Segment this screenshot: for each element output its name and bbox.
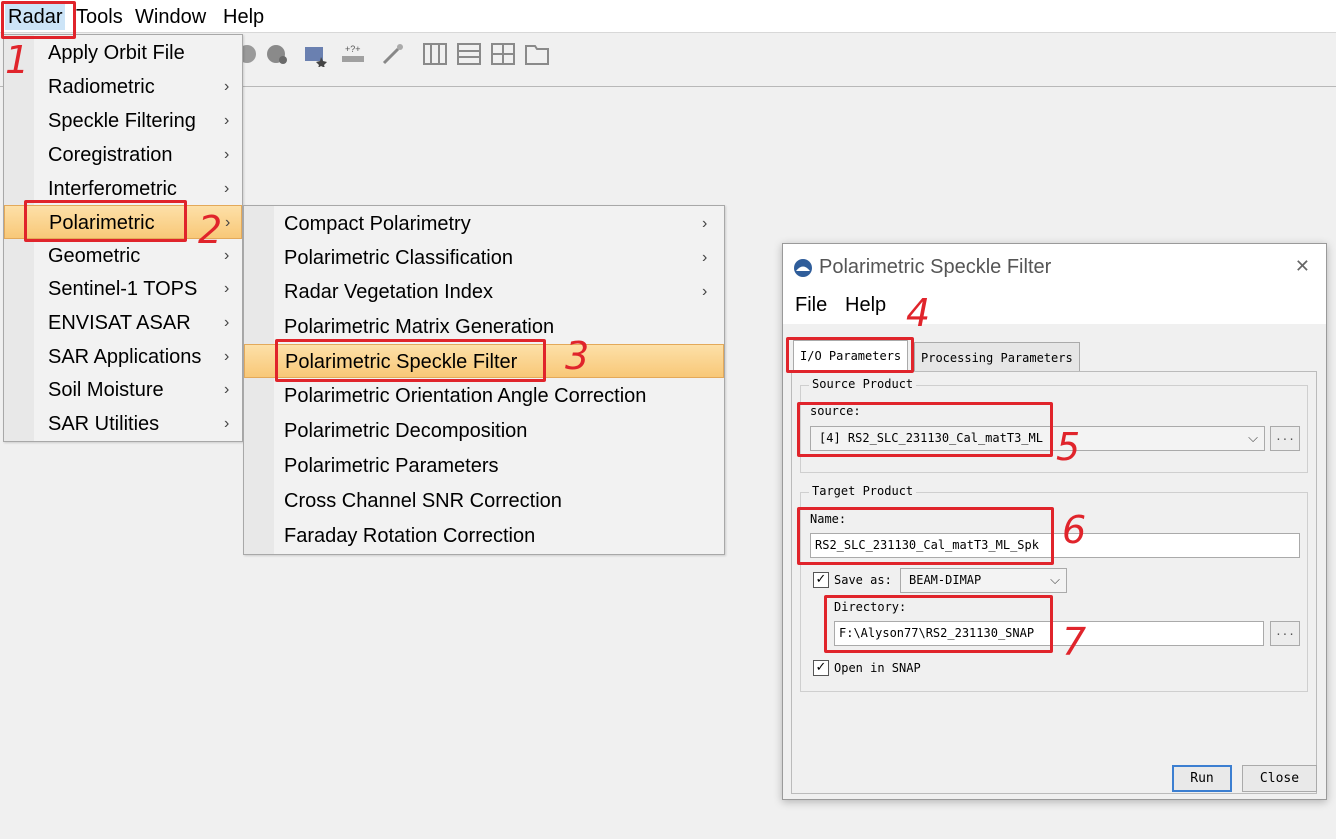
- menubar-tools[interactable]: Tools: [73, 4, 126, 30]
- annotation-box-1: [1, 1, 76, 39]
- chevron-down-icon: ⌵: [1248, 431, 1258, 446]
- annotation-number-1: 1: [5, 38, 30, 82]
- directory-browse-button[interactable]: ...: [1270, 621, 1300, 646]
- annotation-number-6: 6: [1062, 508, 1087, 552]
- chevron-right-icon: ›: [225, 214, 231, 231]
- menu-item-polarimetric-classification[interactable]: Polarimetric Classification ›: [244, 241, 724, 275]
- menu-item-polarimetric-orientation-angle-correction[interactable]: Polarimetric Orientation Angle Correctio…: [244, 379, 724, 413]
- menu-item-apply-orbit-file[interactable]: Apply Orbit File: [4, 36, 242, 70]
- annotation-number-7: 7: [1062, 620, 1087, 664]
- dialog-title-bar[interactable]: Polarimetric Speckle Filter ✕: [783, 244, 1326, 292]
- annotation-box-6: [797, 507, 1054, 565]
- main-menubar: Radar Tools Window Help: [0, 0, 1336, 33]
- menu-item-radar-vegetation-index[interactable]: Radar Vegetation Index ›: [244, 275, 724, 309]
- tile-horizontal-icon[interactable]: [456, 41, 482, 67]
- menubar-help[interactable]: Help: [220, 4, 267, 30]
- chevron-right-icon: ›: [224, 78, 230, 95]
- chevron-down-icon: ⌵: [1050, 573, 1060, 588]
- open-in-snap-label: Open in SNAP: [834, 661, 921, 675]
- chevron-right-icon: ›: [224, 415, 230, 432]
- menu-item-sar-utilities[interactable]: SAR Utilities ›: [4, 407, 242, 441]
- chevron-right-icon: ›: [224, 314, 230, 331]
- chevron-right-icon: ›: [224, 146, 230, 163]
- annotation-box-5: [797, 402, 1053, 457]
- folder-icon[interactable]: [524, 41, 550, 67]
- target-product-title: Target Product: [809, 484, 917, 498]
- tile-single-icon[interactable]: [422, 41, 448, 67]
- save-as-label: Save as:: [834, 573, 892, 587]
- menu-item-sar-applications[interactable]: SAR Applications ›: [4, 340, 242, 374]
- save-format-combo[interactable]: BEAM-DIMAP ⌵: [900, 568, 1067, 593]
- menu-item-faraday-rotation-correction[interactable]: Faraday Rotation Correction: [244, 519, 724, 553]
- chevron-right-icon: ›: [224, 112, 230, 129]
- menu-item-polarimetric-decomposition[interactable]: Polarimetric Decomposition: [244, 414, 724, 448]
- annotation-box-4: [786, 337, 914, 373]
- source-product-title: Source Product: [809, 377, 917, 391]
- menu-item-radiometric[interactable]: Radiometric ›: [4, 70, 242, 104]
- svg-text:+?+: +?+: [345, 44, 361, 54]
- save-format-value: BEAM-DIMAP: [909, 573, 982, 587]
- annotation-number-2: 2: [198, 208, 223, 252]
- menu-item-soil-moisture[interactable]: Soil Moisture ›: [4, 373, 242, 407]
- source-browse-button[interactable]: ...: [1270, 426, 1300, 451]
- snap-logo-icon: [794, 259, 812, 277]
- chevron-right-icon: ›: [224, 280, 230, 297]
- dialog-title: Polarimetric Speckle Filter: [819, 256, 1052, 278]
- menu-item-envisat-asar[interactable]: ENVISAT ASAR ›: [4, 306, 242, 340]
- annotation-number-3: 3: [565, 334, 590, 378]
- dialog-menubar: File Help: [783, 292, 1326, 324]
- chevron-right-icon: ›: [702, 249, 708, 266]
- open-in-snap-checkbox[interactable]: ✓: [813, 660, 829, 676]
- wand-icon[interactable]: [380, 41, 406, 67]
- chevron-right-icon: ›: [224, 381, 230, 398]
- menu-item-compact-polarimetry[interactable]: Compact Polarimetry ›: [244, 207, 724, 241]
- product-star-icon[interactable]: [302, 41, 328, 67]
- dialog-menu-file[interactable]: File: [795, 294, 827, 317]
- annotation-number-4: 4: [906, 291, 931, 335]
- close-button[interactable]: Close: [1242, 765, 1317, 792]
- dialog-menu-help[interactable]: Help: [845, 294, 886, 317]
- annotation-box-7: [824, 595, 1053, 653]
- menu-item-polarimetric-parameters[interactable]: Polarimetric Parameters: [244, 449, 724, 483]
- annotation-number-5: 5: [1056, 425, 1081, 469]
- menu-item-sentinel-1-tops[interactable]: Sentinel-1 TOPS ›: [4, 272, 242, 306]
- menu-item-speckle-filtering[interactable]: Speckle Filtering ›: [4, 104, 242, 138]
- annotation-box-2: [24, 200, 187, 242]
- add-globe-icon[interactable]: [264, 41, 290, 67]
- annotation-box-3: [275, 339, 546, 382]
- chevron-right-icon: ›: [224, 247, 230, 264]
- menu-item-cross-channel-snr-correction[interactable]: Cross Channel SNR Correction: [244, 484, 724, 518]
- tab-processing-parameters[interactable]: Processing Parameters: [914, 342, 1080, 372]
- tile-grid-icon[interactable]: [490, 41, 516, 67]
- ruler-icon[interactable]: +?+: [340, 41, 366, 67]
- chevron-right-icon: ›: [702, 283, 708, 300]
- close-icon[interactable]: ✕: [1295, 256, 1310, 277]
- run-button[interactable]: Run: [1172, 765, 1232, 792]
- menubar-window[interactable]: Window: [132, 4, 209, 30]
- chevron-right-icon: ›: [224, 180, 230, 197]
- menu-item-coregistration[interactable]: Coregistration ›: [4, 138, 242, 172]
- save-as-checkbox[interactable]: ✓: [813, 572, 829, 588]
- chevron-right-icon: ›: [224, 348, 230, 365]
- chevron-right-icon: ›: [702, 215, 708, 232]
